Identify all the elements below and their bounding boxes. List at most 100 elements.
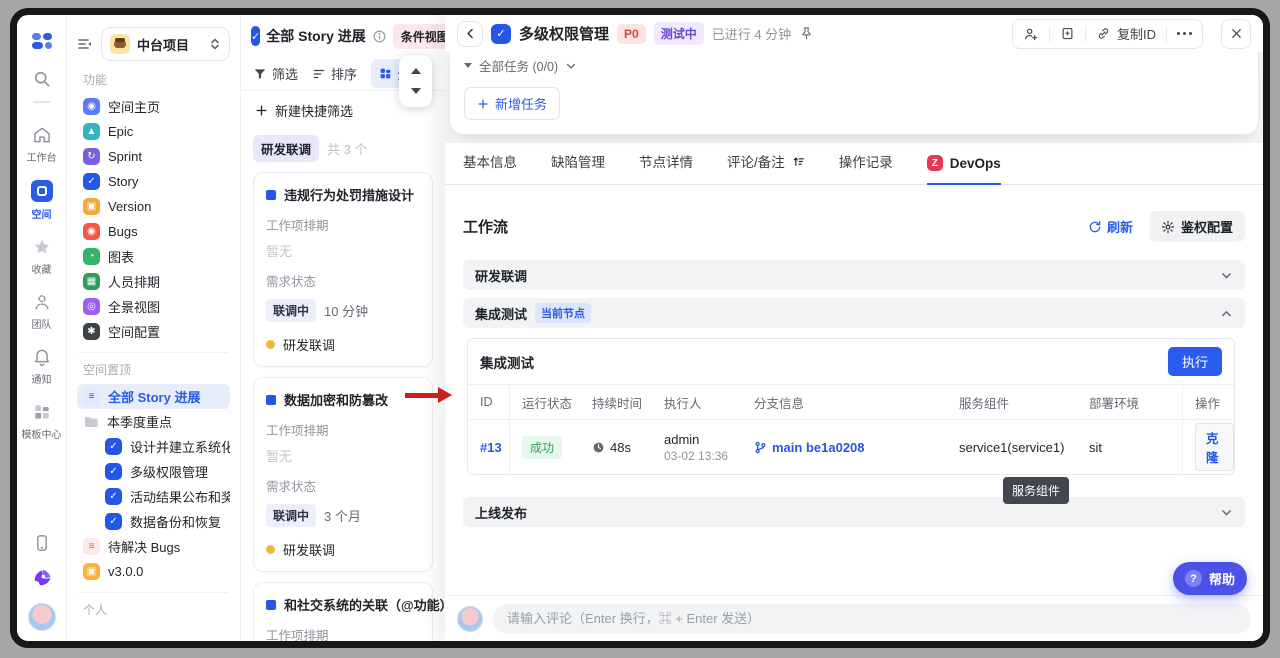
user-avatar[interactable]: [28, 603, 56, 631]
comment-input[interactable]: [493, 604, 1251, 634]
story-card[interactable]: 违规行为处罚措施设计 工作项排期 暂无 需求状态 联调中 10 分钟 研发联调: [253, 172, 433, 367]
sidebar-item-story-child[interactable]: ✓ 设计并建立系统化的...: [99, 434, 230, 459]
rail-item-label: 空间: [32, 206, 52, 221]
devops-content: 工作流 刷新 鉴权配置 研发联调: [445, 185, 1263, 595]
story-card[interactable]: 数据加密和防篡改 工作项排期 暂无 需求状态 联调中 3 个月 研发联调: [253, 377, 433, 572]
info-icon[interactable]: [372, 29, 387, 44]
copy-id-button[interactable]: 复制ID: [1086, 20, 1166, 48]
sidebar-item-epic[interactable]: ▲ Epic: [77, 119, 230, 144]
rocket-icon[interactable]: [31, 567, 53, 589]
sidebar-item-all-story-progress[interactable]: ≡ 全部 Story 进展: [77, 384, 230, 409]
story-icon: ✓: [105, 488, 122, 505]
add-task-label: 新增任务: [495, 94, 547, 113]
sidebar-item-v300[interactable]: ▣ v3.0.0: [77, 559, 230, 584]
bookmark-button[interactable]: [1050, 20, 1085, 48]
rail-item-teams[interactable]: 团队: [32, 292, 52, 331]
refresh-button[interactable]: 刷新: [1088, 217, 1133, 236]
tab-devops[interactable]: Z DevOps: [927, 155, 1001, 185]
search-icon[interactable]: [32, 69, 52, 89]
story-card[interactable]: 和社交系统的关联（@功能） 工作项排期 暂无 需求状态 联调中 3 个月: [253, 582, 433, 641]
rail-item-notifications[interactable]: 通知: [32, 347, 52, 386]
sidebar-item-label: 待解决 Bugs: [108, 537, 180, 556]
run-table-row: #13 成功 48s admin 03-02 13:36: [468, 420, 1234, 474]
rail-item-space[interactable]: 空间: [31, 180, 53, 221]
execute-button[interactable]: 执行: [1168, 347, 1222, 376]
col-service: 服务组件: [947, 385, 1077, 419]
add-member-button[interactable]: [1013, 20, 1049, 48]
panorama-icon: ◎: [83, 298, 100, 315]
run-status-badge: 成功: [522, 436, 562, 459]
rail-item-favorites[interactable]: 收藏: [32, 237, 52, 276]
space-home-icon: ◉: [83, 98, 100, 115]
filter-button[interactable]: 筛选: [253, 64, 298, 83]
tab-activity[interactable]: 操作记录: [839, 151, 893, 184]
sidebar-item-charts[interactable]: ◔ 图表: [77, 244, 230, 269]
sidebar-divider: [79, 352, 228, 353]
collapse-sidebar-icon[interactable]: [77, 36, 93, 52]
sidebar-item-version[interactable]: ▣ Version: [77, 194, 230, 219]
project-selector[interactable]: 中台项目: [101, 27, 230, 61]
app-logo-icon[interactable]: [30, 29, 54, 53]
tab-node-details[interactable]: 节点详情: [639, 151, 693, 184]
auth-config-label: 鉴权配置: [1181, 217, 1233, 236]
more-button[interactable]: [1167, 20, 1202, 48]
stage-accordion-integration-test[interactable]: 集成测试 当前节点: [463, 298, 1245, 328]
caret-down-icon: [464, 63, 472, 68]
sidebar-item-label: Bugs: [108, 224, 138, 239]
tab-basic-info[interactable]: 基本信息: [463, 151, 517, 184]
sidebar-item-story-child[interactable]: ✓ 多级权限管理: [99, 459, 230, 484]
sidebar-item-bugs[interactable]: ◉ Bugs: [77, 219, 230, 244]
rail-item-workbench[interactable]: 工作台: [27, 125, 57, 164]
sidebar-item-quarter-focus[interactable]: 本季度重点: [77, 409, 230, 434]
story-bullet-icon: [266, 600, 276, 610]
view-type-badge[interactable]: 条件视图: [393, 24, 445, 49]
tab-comments[interactable]: 评论/备注: [727, 151, 805, 184]
group-grid-icon: [379, 67, 392, 80]
field-label: 需求状态: [266, 476, 420, 495]
status-badge[interactable]: 测试中: [654, 22, 704, 45]
scroll-up-button[interactable]: [411, 68, 421, 74]
sidebar-item-story-child[interactable]: ✓ 活动结果公布和奖励...: [99, 484, 230, 509]
chevron-down-icon: [1220, 506, 1233, 519]
branch-link[interactable]: main be1a0208: [754, 440, 865, 455]
stage-accordion-release[interactable]: 上线发布: [463, 497, 1245, 527]
sidebar-item-pending-bugs[interactable]: ≡ 待解决 Bugs: [77, 534, 230, 559]
sidebar-item-space-settings[interactable]: ✱ 空间配置: [77, 319, 230, 344]
tasks-summary-toggle[interactable]: 全部任务 (0/0): [464, 56, 1244, 75]
col-id: ID: [468, 385, 510, 419]
run-id-link[interactable]: #13: [480, 440, 502, 455]
close-button[interactable]: [1221, 19, 1251, 49]
run-table-header: ID 运行状态 持续时间 执行人 分支信息 服务组件 部署环境 操作: [468, 384, 1234, 420]
status-badge: 联调中: [266, 299, 316, 322]
sidebar-item-space-home[interactable]: ◉ 空间主页: [77, 94, 230, 119]
story-bullet-icon: [266, 395, 276, 405]
scroll-down-button[interactable]: [411, 88, 421, 94]
help-button[interactable]: ? 帮助: [1173, 562, 1247, 595]
rail-item-template-center[interactable]: 模板中心: [22, 402, 62, 441]
elapsed-time: 已进行 4 分钟: [712, 24, 791, 43]
add-task-button[interactable]: 新增任务: [464, 87, 560, 120]
gear-icon: [1161, 220, 1175, 234]
pin-icon[interactable]: [799, 26, 814, 41]
stage-accordion-dev-joint[interactable]: 研发联调: [463, 260, 1245, 290]
tab-defects[interactable]: 缺陷管理: [551, 151, 605, 184]
sidebar-item-panorama[interactable]: ◎ 全景视图: [77, 294, 230, 319]
auth-config-button[interactable]: 鉴权配置: [1149, 211, 1245, 242]
sidebar-item-story-child[interactable]: ✓ 数据备份和恢复: [99, 509, 230, 534]
sort-button[interactable]: 排序: [312, 64, 357, 83]
sidebar-item-story[interactable]: ✓ Story: [77, 169, 230, 194]
col-env: 部署环境: [1077, 385, 1182, 419]
sidebar-item-label: 设计并建立系统化的...: [130, 437, 230, 456]
stage-name: 集成测试: [475, 304, 527, 323]
mobile-app-icon[interactable]: [32, 533, 52, 553]
clone-button[interactable]: 克隆: [1195, 423, 1234, 471]
sidebar-item-label: 活动结果公布和奖励...: [130, 487, 230, 506]
story-icon: ✓: [105, 438, 122, 455]
sidebar-item-staff-schedule[interactable]: ▦ 人员排期: [77, 269, 230, 294]
back-button[interactable]: [457, 21, 483, 47]
sidebar-item-sprint[interactable]: ↻ Sprint: [77, 144, 230, 169]
filter-label: 筛选: [272, 64, 298, 83]
node-dot-icon: [266, 340, 275, 349]
column-name-badge[interactable]: 研发联调: [253, 135, 319, 162]
priority-badge[interactable]: P0: [617, 24, 646, 44]
